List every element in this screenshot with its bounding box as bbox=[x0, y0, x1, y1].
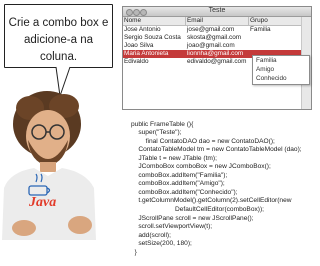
title-bar: Teste bbox=[123, 7, 311, 17]
window-title: Teste bbox=[208, 7, 226, 14]
column-header-nome[interactable]: Nome bbox=[123, 17, 186, 25]
table-header: Nome Email Grupo bbox=[123, 17, 303, 26]
code-line: scroll.setViewportView(t); bbox=[131, 223, 213, 231]
speech-bubble-line-2: adicione-a na coluna. bbox=[23, 34, 94, 63]
code-line: public FrameTable (){ bbox=[131, 120, 194, 128]
code-line: JTable t = new JTable (tm); bbox=[131, 154, 217, 162]
cell-email: skosta@gmail.com bbox=[187, 34, 242, 41]
code-line: ContatoTableModel tm = new ContatoTableM… bbox=[131, 146, 302, 154]
combo-option-familia[interactable]: Familia bbox=[253, 56, 309, 65]
code-line: super("Teste"); bbox=[131, 129, 182, 137]
column-header-grupo[interactable]: Grupo bbox=[249, 17, 303, 25]
code-line: } bbox=[131, 248, 137, 256]
speech-bubble: Crie a combo box e adicione-a na coluna. bbox=[4, 4, 113, 68]
grupo-combo-popup[interactable]: Familia Amigo Conhecido bbox=[252, 55, 310, 85]
code-line: JComboBox comboBox = new JComboBox(); bbox=[131, 163, 271, 171]
table-row[interactable]: Sergio Souza Costa skosta@gmail.com bbox=[123, 34, 303, 42]
code-line: final ContatoDAO dao = new ContatoDAO(); bbox=[131, 137, 275, 145]
code-line: comboBox.addItem("Amigo"); bbox=[131, 180, 225, 188]
cell-grupo[interactable]: Familia bbox=[249, 26, 303, 34]
code-line: comboBox.addItem("Familia"); bbox=[131, 171, 228, 179]
code-listing: public FrameTable (){ super("Teste"); fi… bbox=[131, 112, 302, 266]
app-window: Teste Nome Email Grupo Jose Antonio jose… bbox=[122, 6, 312, 110]
column-header-email[interactable]: Email bbox=[186, 17, 249, 25]
code-line: add(scroll); bbox=[131, 231, 171, 239]
code-line: comboBox.addItem("Conhecido"); bbox=[131, 188, 238, 196]
speech-bubble-text: Crie a combo box e adicione-a na coluna. bbox=[5, 15, 112, 66]
code-line: t.getColumnModel().getColumn(2).setCellE… bbox=[131, 197, 292, 205]
combo-option-amigo[interactable]: Amigo bbox=[253, 65, 309, 74]
code-line: JScrollPane scroll = new JScrollPane(); bbox=[131, 214, 254, 222]
shirt-java-text: Java bbox=[29, 195, 57, 210]
table-row[interactable]: Joao Silva joao@gmail.com bbox=[123, 42, 303, 50]
combo-option-conhecido[interactable]: Conhecido bbox=[253, 74, 309, 83]
cell-nome: Edivaldo bbox=[124, 58, 149, 65]
code-line: DefaultCellEditor(comboBox)); bbox=[131, 206, 265, 214]
cell-email: jose@gmail.com bbox=[187, 26, 235, 33]
cell-nome: Jose Antonio bbox=[124, 26, 161, 33]
cell-nome: Maria Antonieta bbox=[124, 50, 169, 57]
cell-nome: Joao Silva bbox=[124, 42, 154, 49]
table-row[interactable]: Jose Antonio jose@gmail.com Familia bbox=[123, 26, 303, 34]
speech-bubble-line-1: Crie a combo box e bbox=[8, 17, 109, 29]
person-photo bbox=[2, 91, 96, 240]
cell-nome: Sergio Souza Costa bbox=[124, 34, 181, 41]
cell-grupo[interactable] bbox=[249, 34, 303, 42]
cell-email: lionnha@gmail.com bbox=[187, 50, 244, 57]
cell-grupo[interactable] bbox=[249, 42, 303, 50]
code-line: setSize(200, 180); bbox=[131, 240, 192, 248]
cell-email: joao@gmail.com bbox=[187, 42, 235, 49]
cell-email: edivaldo@gmail.com bbox=[187, 58, 247, 65]
